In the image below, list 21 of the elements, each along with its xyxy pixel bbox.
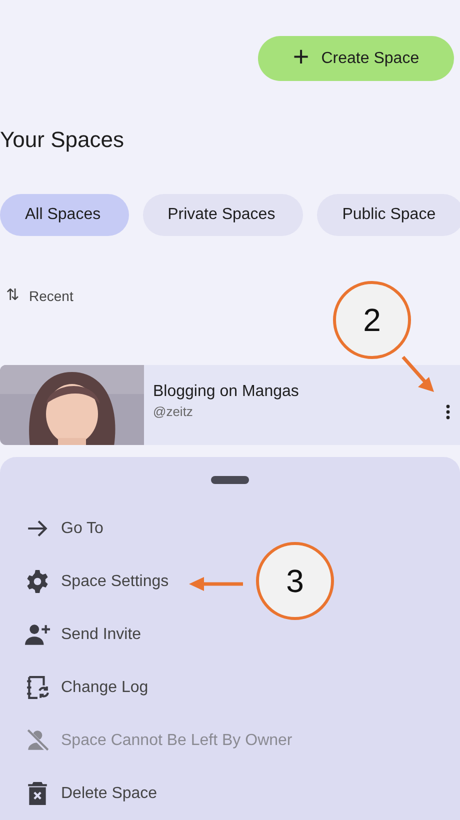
filter-chip[interactable]: Private Spaces <box>142 194 304 236</box>
create-space-button[interactable]: + Create Space <box>258 36 454 81</box>
page-title: Your Spaces <box>0 126 125 154</box>
callout-arrow <box>189 577 243 591</box>
callout-badge: 2 <box>333 281 411 359</box>
sort-button[interactable]: ⇅ Recent <box>6 286 74 306</box>
space-card[interactable]: Blogging on Mangas @zeitz <box>0 365 460 445</box>
filter-chip[interactable]: Public Space <box>317 194 460 236</box>
add-person-icon <box>25 622 50 647</box>
menu-item[interactable]: Delete Space <box>0 767 460 820</box>
more-icon[interactable] <box>445 404 451 420</box>
drag-handle[interactable] <box>211 476 249 484</box>
person-off-icon <box>25 728 50 753</box>
filter-chip[interactable]: All Spaces <box>0 194 129 236</box>
trash-icon <box>25 781 50 806</box>
notebook-refresh-icon <box>25 675 50 700</box>
settings-icon <box>25 569 50 594</box>
space-owner: @zeitz <box>153 404 194 419</box>
menu-item[interactable]: Change Log <box>0 661 460 714</box>
space-title: Blogging on Mangas <box>153 383 300 401</box>
callout-arrow <box>401 355 435 393</box>
